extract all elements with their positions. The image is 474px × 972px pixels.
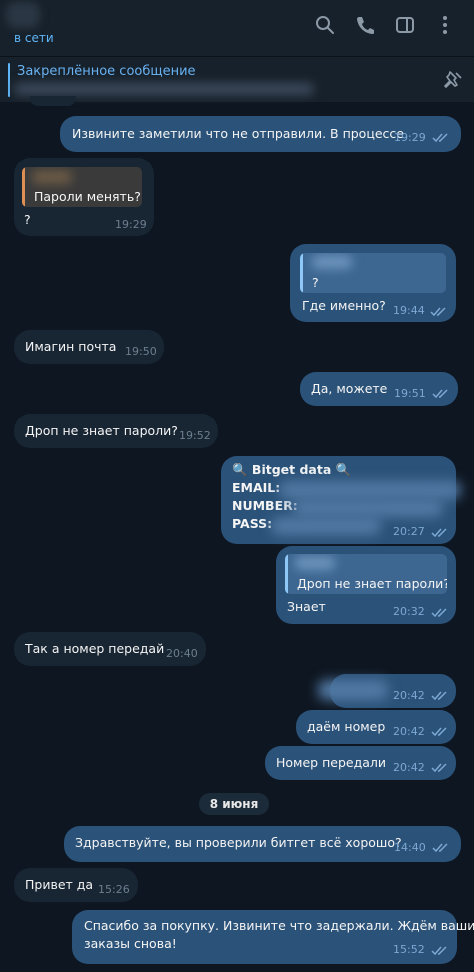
reply-quote[interactable]: Пароли менять? xyxy=(22,167,142,207)
message-bubble[interactable]: Спасибо за покупку. Извините что задержа… xyxy=(72,910,474,964)
pinned-title: Закреплённое сообщение xyxy=(17,64,196,79)
number-value-blurred xyxy=(293,499,443,517)
message-text: Так а номер передай xyxy=(25,641,165,656)
sidebar-icon[interactable] xyxy=(394,14,416,36)
message-text: Здравствуйте, вы проверили битгет всё хо… xyxy=(75,835,402,850)
message-time: 20:42 xyxy=(393,689,425,702)
message-bubble[interactable]: Да, можете 19:51 xyxy=(300,372,458,406)
reply-author-blurred xyxy=(295,556,335,570)
message-bubble[interactable]: Дроп не знает пароли? Знает 20:32 xyxy=(276,546,456,624)
pin-icon[interactable] xyxy=(442,69,464,91)
message-time: 19:29 xyxy=(394,131,426,144)
message-text: Знает xyxy=(287,599,326,614)
message-time: 19:52 xyxy=(179,429,211,442)
number-label: NUMBER: xyxy=(232,498,298,513)
chat-header: в сети xyxy=(0,0,474,56)
message-time: 19:50 xyxy=(125,345,157,358)
message-text: Привет да xyxy=(25,877,94,892)
message-title: 🔍 Bitget data 🔍 xyxy=(232,462,352,477)
message-text: Номер передали xyxy=(276,755,386,770)
header-actions xyxy=(314,14,456,36)
message-text-blurred xyxy=(318,680,388,700)
message-time: 15:52 xyxy=(393,943,425,956)
message-time: 19:51 xyxy=(394,387,426,400)
message-bubble[interactable]: Извините заметили что не отправили. В пр… xyxy=(60,116,461,152)
reply-quote[interactable]: Дроп не знает пароли? xyxy=(285,554,447,594)
message-time: 20:40 xyxy=(166,647,198,660)
message-time: 20:42 xyxy=(393,761,425,774)
message-time: 20:32 xyxy=(393,605,425,618)
double-check-icon xyxy=(431,608,447,618)
pass-value-blurred xyxy=(271,517,381,535)
double-check-icon xyxy=(432,133,448,143)
message-text: Где именно? xyxy=(302,298,386,313)
double-check-icon xyxy=(432,843,448,853)
message-bubble[interactable]: даём номер 20:42 xyxy=(296,710,456,744)
message-text: Дроп не знает пароли? xyxy=(25,423,178,438)
more-vertical-icon[interactable] xyxy=(434,14,456,36)
message-time: 19:44 xyxy=(393,304,425,317)
message-text: Имагин почта xyxy=(25,339,117,354)
contact-name-blurred[interactable] xyxy=(6,2,40,28)
reply-quote[interactable]: ? xyxy=(300,253,446,293)
message-time: 20:27 xyxy=(393,525,425,538)
message-bubble[interactable]: ? Где именно? 19:44 xyxy=(290,244,456,322)
message-text: ? xyxy=(24,212,31,227)
double-check-icon xyxy=(430,307,446,317)
message-text-line: заказы снова! xyxy=(84,936,177,951)
double-check-icon xyxy=(431,946,447,956)
message-bubble[interactable]: Привет да 15:26 xyxy=(14,868,138,902)
date-separator: 8 июня xyxy=(199,793,269,815)
search-icon[interactable] xyxy=(314,14,336,36)
reply-text: ? xyxy=(312,275,319,290)
message-text-line: Спасибо за покупку. Извините что задержа… xyxy=(84,918,474,933)
message-bubble[interactable]: Имагин почта 19:50 xyxy=(14,330,164,364)
message-time: 20:42 xyxy=(393,725,425,738)
pass-label: PASS: xyxy=(232,516,273,531)
pinned-accent-bar xyxy=(8,63,10,97)
partial-message xyxy=(30,96,76,106)
message-bubble[interactable]: 🔍 Bitget data 🔍 EMAIL: NUMBER: PASS: 20:… xyxy=(221,456,461,544)
reply-author-blurred xyxy=(32,170,72,184)
online-status: в сети xyxy=(14,31,54,45)
email-label: EMAIL: xyxy=(232,480,281,495)
message-time: 15:26 xyxy=(98,883,130,896)
message-bubble[interactable]: Дроп не знает пароли? 19:52 xyxy=(14,414,218,448)
double-check-icon xyxy=(432,389,448,399)
message-time: 19:29 xyxy=(115,218,147,231)
message-text: Извините заметили что не отправили. В пр… xyxy=(72,126,404,141)
reply-author-blurred xyxy=(312,255,352,269)
pinned-preview-blurred xyxy=(14,83,314,95)
phone-icon[interactable] xyxy=(354,14,376,36)
message-bubble[interactable]: Здравствуйте, вы проверили битгет всё хо… xyxy=(64,826,461,862)
reply-text: Пароли менять? xyxy=(34,189,141,204)
double-check-icon xyxy=(431,528,447,538)
message-bubble[interactable]: Так а номер передай 20:40 xyxy=(14,632,206,666)
double-check-icon xyxy=(431,763,447,773)
email-value-blurred xyxy=(279,481,461,499)
reply-text: Дроп не знает пароли? xyxy=(297,576,447,591)
message-bubble[interactable]: Номер передали 20:42 xyxy=(265,746,456,780)
double-check-icon xyxy=(431,691,447,701)
double-check-icon xyxy=(431,727,447,737)
message-time: 14:40 xyxy=(394,841,426,854)
message-bubble[interactable]: 20:42 xyxy=(318,674,456,708)
message-text: Да, можете xyxy=(311,381,388,396)
message-bubble[interactable]: Пароли менять? ? 19:29 xyxy=(14,158,154,236)
message-text: даём номер xyxy=(307,719,386,734)
